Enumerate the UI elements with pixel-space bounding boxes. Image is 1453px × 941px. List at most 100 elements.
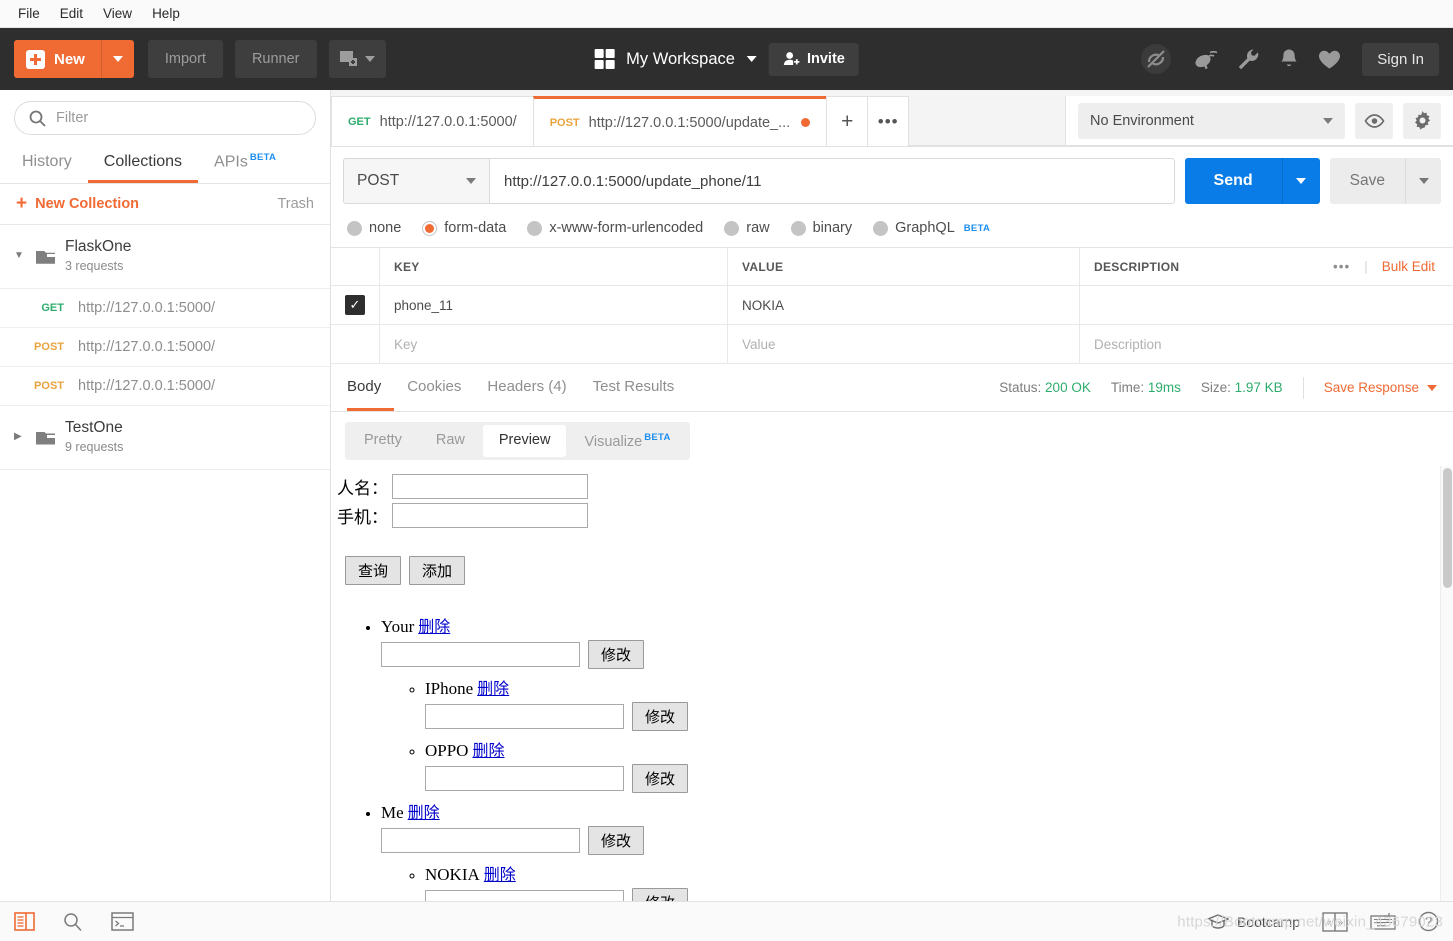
body-type-graphql[interactable]: GraphQL BETA: [873, 220, 990, 236]
person-edit-button[interactable]: 修改: [588, 825, 645, 855]
sign-in-button[interactable]: Sign In: [1362, 42, 1439, 76]
delete-link[interactable]: 删除: [477, 681, 509, 698]
body-type-urlencoded[interactable]: x-www-form-urlencoded: [527, 220, 703, 236]
environment-settings-button[interactable]: [1403, 102, 1441, 139]
request-tab-active[interactable]: POST http://127.0.0.1:5000/update_...: [532, 96, 828, 146]
checkbox-checked-icon[interactable]: ✓: [345, 295, 365, 315]
row-key[interactable]: phone_11: [379, 286, 727, 324]
save-options-button[interactable]: [1405, 158, 1441, 204]
delete-link[interactable]: 删除: [472, 743, 504, 760]
bell-icon[interactable]: [1279, 48, 1299, 70]
new-button[interactable]: New: [14, 40, 101, 78]
placeholder-value[interactable]: Value: [727, 325, 1079, 363]
response-tab-headers[interactable]: Headers (4): [474, 364, 579, 411]
phone-input[interactable]: [392, 502, 588, 528]
person-edit-input[interactable]: [381, 827, 580, 853]
new-button-dropdown[interactable]: [100, 40, 134, 78]
runner-button[interactable]: Runner: [234, 40, 317, 78]
delete-link[interactable]: 删除: [484, 867, 516, 884]
invite-button[interactable]: Invite: [768, 42, 859, 76]
phone-edit-input[interactable]: [425, 765, 624, 791]
collection-item-testone[interactable]: ▶ TestOne 9 requests: [0, 406, 330, 470]
body-type-none[interactable]: none: [347, 220, 401, 236]
response-tab-cookies[interactable]: Cookies: [394, 364, 474, 411]
placeholder-key[interactable]: Key: [379, 325, 727, 363]
environment-select[interactable]: No Environment: [1078, 102, 1345, 139]
view-mode-preview[interactable]: Preview: [482, 425, 567, 457]
menu-edit[interactable]: Edit: [50, 4, 93, 23]
sync-off-icon[interactable]: [1137, 40, 1175, 78]
keyboard-icon[interactable]: [1370, 912, 1396, 931]
person-edit-input[interactable]: [381, 641, 580, 667]
phone-edit-input[interactable]: [425, 703, 624, 729]
row-description[interactable]: [1079, 286, 1303, 324]
environment-quick-look-button[interactable]: [1355, 102, 1393, 139]
collection-item-flaskone[interactable]: ▼ FlaskOne 3 requests: [0, 225, 330, 290]
bootcamp-button[interactable]: Bootcamp: [1206, 914, 1300, 930]
trash-button[interactable]: Trash: [277, 196, 314, 212]
body-type-raw[interactable]: raw: [724, 220, 770, 236]
phone-edit-button[interactable]: 修改: [632, 887, 689, 901]
body-type-binary[interactable]: binary: [790, 220, 852, 236]
row-value[interactable]: NOKIA: [727, 286, 1079, 324]
save-response-button[interactable]: Save Response: [1324, 380, 1437, 395]
search-icon[interactable]: [63, 912, 83, 932]
sidebar-tab-history[interactable]: History: [6, 145, 88, 183]
name-input[interactable]: [392, 473, 588, 499]
view-mode-visualize[interactable]: Visualize BETA: [568, 425, 686, 457]
preview-scrollbar[interactable]: [1440, 465, 1453, 901]
sidebar-toggle-icon[interactable]: [14, 912, 35, 931]
response-tab-test-results[interactable]: Test Results: [580, 364, 688, 411]
body-type-form-data[interactable]: form-data: [422, 220, 506, 236]
chevron-right-icon[interactable]: ▶: [14, 432, 26, 442]
bulk-edit-button[interactable]: Bulk Edit: [1382, 259, 1435, 274]
request-item[interactable]: POST http://127.0.0.1:5000/: [0, 367, 330, 407]
sidebar-tab-apis[interactable]: APIs BETA: [198, 144, 292, 183]
request-tab[interactable]: GET http://127.0.0.1:5000/: [331, 96, 534, 146]
help-icon[interactable]: ?: [1418, 911, 1439, 932]
new-button-group[interactable]: New: [14, 40, 134, 78]
view-mode-pretty[interactable]: Pretty: [348, 425, 418, 457]
menu-view[interactable]: View: [93, 4, 142, 23]
table-row[interactable]: ✓ phone_11 NOKIA: [331, 286, 1453, 325]
heart-icon[interactable]: [1318, 49, 1341, 70]
sidebar-tab-collections[interactable]: Collections: [87, 145, 199, 184]
scrollbar-thumb[interactable]: [1443, 467, 1452, 588]
wrench-icon[interactable]: [1237, 48, 1260, 70]
delete-link[interactable]: 删除: [408, 805, 440, 822]
phone-edit-button[interactable]: 修改: [632, 701, 689, 731]
chevron-down-icon[interactable]: ▼: [14, 251, 26, 261]
request-item[interactable]: GET http://127.0.0.1:5000/: [0, 289, 330, 329]
send-options-button[interactable]: [1281, 158, 1320, 204]
new-window-button[interactable]: [328, 40, 386, 78]
table-more-button[interactable]: •••: [1333, 259, 1350, 274]
save-button[interactable]: Save: [1329, 158, 1405, 204]
two-pane-icon[interactable]: « »: [1322, 911, 1348, 932]
url-input[interactable]: http://127.0.0.1:5000/update_phone/11: [489, 158, 1175, 204]
filter-input[interactable]: Filter: [14, 101, 316, 135]
new-collection-button[interactable]: + New Collection: [16, 194, 139, 213]
person-edit-button[interactable]: 修改: [588, 639, 645, 669]
add-button[interactable]: 添加: [409, 555, 466, 585]
phone-edit-input[interactable]: [425, 889, 624, 901]
console-icon[interactable]: [111, 912, 134, 931]
http-method-select[interactable]: POST: [343, 158, 489, 204]
view-mode-raw[interactable]: Raw: [420, 425, 481, 457]
satellite-icon[interactable]: [1194, 48, 1218, 70]
delete-link[interactable]: 删除: [418, 619, 450, 636]
query-button[interactable]: 查询: [345, 555, 402, 585]
menu-file[interactable]: File: [8, 4, 50, 23]
phone-edit-button[interactable]: 修改: [632, 763, 689, 793]
response-tab-body[interactable]: Body: [347, 364, 395, 411]
table-placeholder-row[interactable]: Key Value Description: [331, 325, 1453, 364]
menu-help[interactable]: Help: [142, 4, 190, 23]
placeholder-description[interactable]: Description: [1079, 325, 1303, 363]
import-button[interactable]: Import: [147, 40, 223, 78]
search-form: 人名： 手机：: [337, 472, 588, 530]
row-checkbox-cell[interactable]: ✓: [331, 295, 379, 315]
tab-more-button[interactable]: •••: [867, 96, 910, 146]
add-tab-button[interactable]: +: [826, 96, 869, 146]
workspace-selector[interactable]: My Workspace Invite: [594, 42, 859, 76]
send-button[interactable]: Send: [1184, 158, 1282, 204]
request-item[interactable]: POST http://127.0.0.1:5000/: [0, 328, 330, 368]
